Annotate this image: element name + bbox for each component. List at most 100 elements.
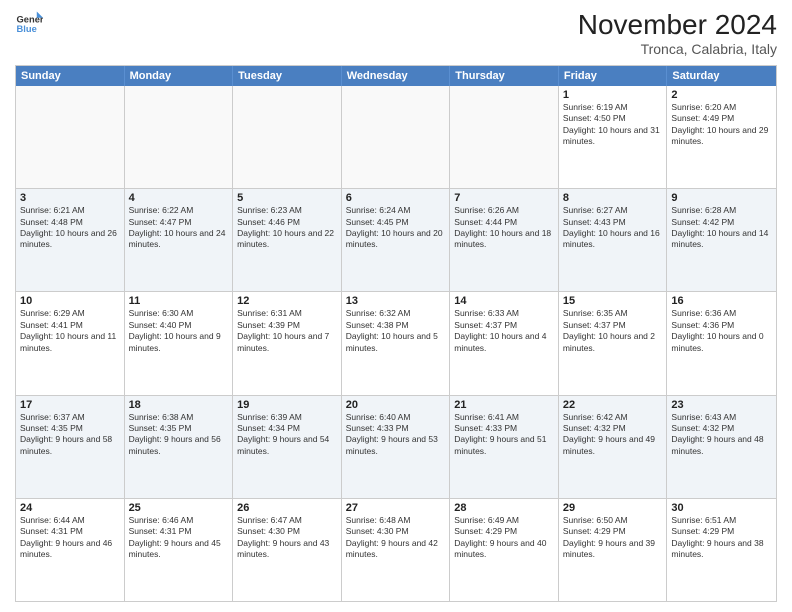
day-number: 10: [20, 295, 120, 307]
day-info: Sunrise: 6:42 AM Sunset: 4:32 PM Dayligh…: [563, 412, 663, 458]
day-number: 14: [454, 295, 554, 307]
day-info: Sunrise: 6:32 AM Sunset: 4:38 PM Dayligh…: [346, 308, 446, 354]
day-number: 9: [671, 192, 772, 204]
header-day-thursday: Thursday: [450, 66, 559, 86]
day-number: 28: [454, 502, 554, 514]
calendar-cell: 21Sunrise: 6:41 AM Sunset: 4:33 PM Dayli…: [450, 396, 559, 498]
calendar-body: 1Sunrise: 6:19 AM Sunset: 4:50 PM Daylig…: [16, 86, 776, 601]
day-number: 12: [237, 295, 337, 307]
day-info: Sunrise: 6:23 AM Sunset: 4:46 PM Dayligh…: [237, 205, 337, 251]
calendar-cell: 13Sunrise: 6:32 AM Sunset: 4:38 PM Dayli…: [342, 292, 451, 394]
day-info: Sunrise: 6:21 AM Sunset: 4:48 PM Dayligh…: [20, 205, 120, 251]
day-number: 16: [671, 295, 772, 307]
day-info: Sunrise: 6:48 AM Sunset: 4:30 PM Dayligh…: [346, 515, 446, 561]
location-subtitle: Tronca, Calabria, Italy: [578, 41, 777, 57]
header-day-saturday: Saturday: [667, 66, 776, 86]
calendar-cell: 17Sunrise: 6:37 AM Sunset: 4:35 PM Dayli…: [16, 396, 125, 498]
day-info: Sunrise: 6:41 AM Sunset: 4:33 PM Dayligh…: [454, 412, 554, 458]
day-info: Sunrise: 6:31 AM Sunset: 4:39 PM Dayligh…: [237, 308, 337, 354]
calendar-cell: 25Sunrise: 6:46 AM Sunset: 4:31 PM Dayli…: [125, 499, 234, 601]
calendar-row-1: 3Sunrise: 6:21 AM Sunset: 4:48 PM Daylig…: [16, 188, 776, 291]
calendar-cell: 28Sunrise: 6:49 AM Sunset: 4:29 PM Dayli…: [450, 499, 559, 601]
day-info: Sunrise: 6:35 AM Sunset: 4:37 PM Dayligh…: [563, 308, 663, 354]
calendar-header: SundayMondayTuesdayWednesdayThursdayFrid…: [16, 66, 776, 86]
day-number: 4: [129, 192, 229, 204]
day-number: 22: [563, 399, 663, 411]
header-day-sunday: Sunday: [16, 66, 125, 86]
day-info: Sunrise: 6:49 AM Sunset: 4:29 PM Dayligh…: [454, 515, 554, 561]
calendar-cell: 4Sunrise: 6:22 AM Sunset: 4:47 PM Daylig…: [125, 189, 234, 291]
day-number: 2: [671, 89, 772, 101]
calendar-cell: 10Sunrise: 6:29 AM Sunset: 4:41 PM Dayli…: [16, 292, 125, 394]
header-day-friday: Friday: [559, 66, 668, 86]
day-info: Sunrise: 6:28 AM Sunset: 4:42 PM Dayligh…: [671, 205, 772, 251]
day-info: Sunrise: 6:26 AM Sunset: 4:44 PM Dayligh…: [454, 205, 554, 251]
month-title: November 2024: [578, 10, 777, 41]
day-number: 25: [129, 502, 229, 514]
calendar-cell: 9Sunrise: 6:28 AM Sunset: 4:42 PM Daylig…: [667, 189, 776, 291]
calendar-row-2: 10Sunrise: 6:29 AM Sunset: 4:41 PM Dayli…: [16, 291, 776, 394]
calendar-cell: 8Sunrise: 6:27 AM Sunset: 4:43 PM Daylig…: [559, 189, 668, 291]
day-info: Sunrise: 6:43 AM Sunset: 4:32 PM Dayligh…: [671, 412, 772, 458]
calendar-cell: 22Sunrise: 6:42 AM Sunset: 4:32 PM Dayli…: [559, 396, 668, 498]
day-info: Sunrise: 6:50 AM Sunset: 4:29 PM Dayligh…: [563, 515, 663, 561]
day-number: 15: [563, 295, 663, 307]
header-day-monday: Monday: [125, 66, 234, 86]
calendar-row-0: 1Sunrise: 6:19 AM Sunset: 4:50 PM Daylig…: [16, 86, 776, 188]
day-number: 11: [129, 295, 229, 307]
calendar-cell: 18Sunrise: 6:38 AM Sunset: 4:35 PM Dayli…: [125, 396, 234, 498]
day-info: Sunrise: 6:44 AM Sunset: 4:31 PM Dayligh…: [20, 515, 120, 561]
calendar-cell: [342, 86, 451, 188]
day-number: 26: [237, 502, 337, 514]
svg-text:Blue: Blue: [17, 24, 37, 34]
calendar-cell: 27Sunrise: 6:48 AM Sunset: 4:30 PM Dayli…: [342, 499, 451, 601]
day-info: Sunrise: 6:33 AM Sunset: 4:37 PM Dayligh…: [454, 308, 554, 354]
calendar: SundayMondayTuesdayWednesdayThursdayFrid…: [15, 65, 777, 602]
day-info: Sunrise: 6:20 AM Sunset: 4:49 PM Dayligh…: [671, 102, 772, 148]
day-info: Sunrise: 6:47 AM Sunset: 4:30 PM Dayligh…: [237, 515, 337, 561]
day-number: 21: [454, 399, 554, 411]
day-info: Sunrise: 6:30 AM Sunset: 4:40 PM Dayligh…: [129, 308, 229, 354]
calendar-cell: 26Sunrise: 6:47 AM Sunset: 4:30 PM Dayli…: [233, 499, 342, 601]
calendar-cell: 7Sunrise: 6:26 AM Sunset: 4:44 PM Daylig…: [450, 189, 559, 291]
day-number: 24: [20, 502, 120, 514]
day-info: Sunrise: 6:51 AM Sunset: 4:29 PM Dayligh…: [671, 515, 772, 561]
day-info: Sunrise: 6:40 AM Sunset: 4:33 PM Dayligh…: [346, 412, 446, 458]
day-number: 19: [237, 399, 337, 411]
calendar-cell: 1Sunrise: 6:19 AM Sunset: 4:50 PM Daylig…: [559, 86, 668, 188]
day-info: Sunrise: 6:27 AM Sunset: 4:43 PM Dayligh…: [563, 205, 663, 251]
day-info: Sunrise: 6:19 AM Sunset: 4:50 PM Dayligh…: [563, 102, 663, 148]
calendar-cell: 11Sunrise: 6:30 AM Sunset: 4:40 PM Dayli…: [125, 292, 234, 394]
calendar-cell: 20Sunrise: 6:40 AM Sunset: 4:33 PM Dayli…: [342, 396, 451, 498]
day-number: 17: [20, 399, 120, 411]
day-number: 29: [563, 502, 663, 514]
calendar-cell: 12Sunrise: 6:31 AM Sunset: 4:39 PM Dayli…: [233, 292, 342, 394]
calendar-row-3: 17Sunrise: 6:37 AM Sunset: 4:35 PM Dayli…: [16, 395, 776, 498]
calendar-cell: 2Sunrise: 6:20 AM Sunset: 4:49 PM Daylig…: [667, 86, 776, 188]
title-area: November 2024 Tronca, Calabria, Italy: [578, 10, 777, 57]
calendar-cell: 15Sunrise: 6:35 AM Sunset: 4:37 PM Dayli…: [559, 292, 668, 394]
day-number: 5: [237, 192, 337, 204]
day-info: Sunrise: 6:46 AM Sunset: 4:31 PM Dayligh…: [129, 515, 229, 561]
calendar-cell: 16Sunrise: 6:36 AM Sunset: 4:36 PM Dayli…: [667, 292, 776, 394]
day-number: 20: [346, 399, 446, 411]
day-number: 1: [563, 89, 663, 101]
day-number: 23: [671, 399, 772, 411]
day-number: 30: [671, 502, 772, 514]
calendar-cell: 5Sunrise: 6:23 AM Sunset: 4:46 PM Daylig…: [233, 189, 342, 291]
day-info: Sunrise: 6:29 AM Sunset: 4:41 PM Dayligh…: [20, 308, 120, 354]
calendar-cell: 14Sunrise: 6:33 AM Sunset: 4:37 PM Dayli…: [450, 292, 559, 394]
day-info: Sunrise: 6:38 AM Sunset: 4:35 PM Dayligh…: [129, 412, 229, 458]
calendar-cell: [16, 86, 125, 188]
calendar-cell: [450, 86, 559, 188]
calendar-row-4: 24Sunrise: 6:44 AM Sunset: 4:31 PM Dayli…: [16, 498, 776, 601]
calendar-cell: [125, 86, 234, 188]
calendar-cell: 3Sunrise: 6:21 AM Sunset: 4:48 PM Daylig…: [16, 189, 125, 291]
logo-icon: General Blue: [15, 10, 43, 38]
day-number: 6: [346, 192, 446, 204]
calendar-cell: 30Sunrise: 6:51 AM Sunset: 4:29 PM Dayli…: [667, 499, 776, 601]
day-number: 7: [454, 192, 554, 204]
logo: General Blue: [15, 10, 43, 38]
day-info: Sunrise: 6:37 AM Sunset: 4:35 PM Dayligh…: [20, 412, 120, 458]
day-number: 27: [346, 502, 446, 514]
